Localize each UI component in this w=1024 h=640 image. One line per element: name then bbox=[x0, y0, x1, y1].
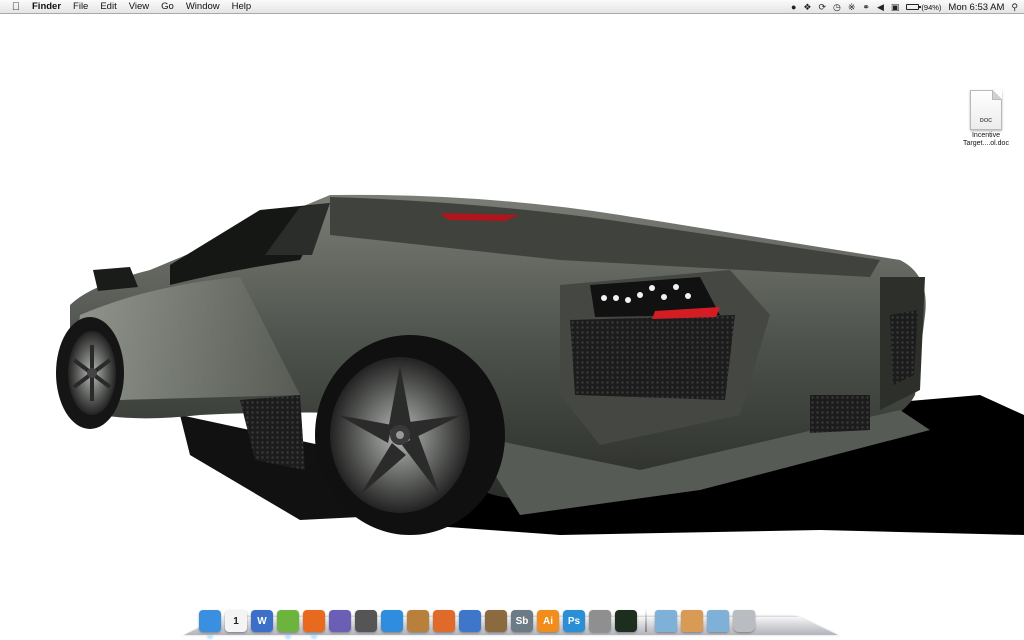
dock-separator bbox=[645, 608, 647, 632]
imovie-icon[interactable] bbox=[329, 610, 351, 632]
desktop-wallpaper bbox=[56, 194, 1024, 535]
time-machine-icon[interactable]: ◷ bbox=[833, 0, 841, 14]
soundbooth-label: Sb bbox=[515, 615, 529, 627]
apple-menu-icon[interactable]:  bbox=[9, 0, 23, 14]
volume-icon[interactable]: ◀ bbox=[877, 0, 884, 14]
photoshop-label: Ps bbox=[567, 615, 581, 627]
input-menu-icon[interactable]: ▣ bbox=[891, 0, 900, 14]
garageband-icon[interactable] bbox=[407, 610, 429, 632]
menu-clock[interactable]: Mon 6:53 AM bbox=[948, 2, 1004, 13]
doc-type-tag: DOC bbox=[979, 118, 993, 124]
menu-view[interactable]: View bbox=[123, 0, 155, 14]
ical-icon[interactable]: 1 bbox=[225, 610, 247, 632]
menu-go[interactable]: Go bbox=[155, 0, 180, 14]
word-icon[interactable]: W bbox=[251, 610, 273, 632]
menu-help[interactable]: Help bbox=[226, 0, 258, 14]
sync-icon[interactable]: ⟳ bbox=[818, 0, 826, 14]
menu-edit[interactable]: Edit bbox=[94, 0, 122, 14]
activity-monitor-icon[interactable] bbox=[615, 610, 637, 632]
iphoto-icon[interactable] bbox=[485, 610, 507, 632]
running-indicator bbox=[208, 635, 212, 638]
spotlight-icon[interactable]: ⚲ bbox=[1011, 0, 1018, 14]
bluetooth-icon[interactable]: ※ bbox=[848, 0, 856, 14]
menu-file[interactable]: File bbox=[67, 0, 94, 14]
downloads-folder-icon[interactable] bbox=[707, 610, 729, 632]
soundbooth-icon[interactable]: Sb bbox=[511, 610, 533, 632]
desktop-file-label: Incentive Target....ol.doc bbox=[952, 132, 1020, 148]
applications-folder-icon[interactable] bbox=[655, 610, 677, 632]
illustrator-label: Ai bbox=[543, 615, 553, 627]
doc-file-icon: DOC bbox=[970, 90, 1002, 130]
photoshop-icon[interactable]: Ps bbox=[563, 610, 585, 632]
desktop-file-icon[interactable]: DOC Incentive Target....ol.doc bbox=[952, 90, 1020, 148]
documents-stack-icon[interactable] bbox=[681, 610, 703, 632]
battery-status[interactable]: (94%) bbox=[906, 3, 941, 12]
menu-app-finder[interactable]: Finder bbox=[32, 0, 67, 14]
trash-icon[interactable] bbox=[733, 610, 755, 632]
dock: 1 W Sb Ai Ps bbox=[197, 598, 757, 638]
battery-percent: (94%) bbox=[921, 2, 942, 12]
wifi-icon[interactable]: ⚭ bbox=[862, 0, 870, 14]
finder-icon[interactable] bbox=[199, 610, 221, 638]
running-indicator bbox=[312, 635, 316, 638]
illustrator-icon[interactable]: Ai bbox=[537, 610, 559, 632]
battery-icon bbox=[906, 4, 922, 10]
reason-icon[interactable] bbox=[433, 610, 455, 632]
front-wheel bbox=[56, 317, 124, 429]
word-label: W bbox=[257, 615, 267, 627]
desktop-file-label-line1: Incentive bbox=[971, 132, 1001, 139]
menu-window[interactable]: Window bbox=[180, 0, 226, 14]
itunes-icon[interactable] bbox=[381, 610, 403, 632]
microphone-icon[interactable] bbox=[355, 610, 377, 632]
desktop-file-label-line2: Target....ol.doc bbox=[963, 140, 1009, 147]
system-preferences-icon[interactable] bbox=[589, 610, 611, 632]
running-indicator bbox=[286, 635, 290, 638]
firefox-icon[interactable] bbox=[303, 610, 325, 638]
menu-bar:  Finder File Edit View Go Window Help ●… bbox=[0, 0, 1024, 14]
recycle-icon[interactable] bbox=[459, 610, 481, 632]
evernote-icon[interactable] bbox=[277, 610, 299, 638]
rear-wheel bbox=[315, 335, 505, 535]
dropbox-icon[interactable]: ❖ bbox=[803, 0, 811, 14]
evernote-icon[interactable]: ● bbox=[791, 0, 796, 14]
ical-label: 1 bbox=[233, 615, 239, 627]
